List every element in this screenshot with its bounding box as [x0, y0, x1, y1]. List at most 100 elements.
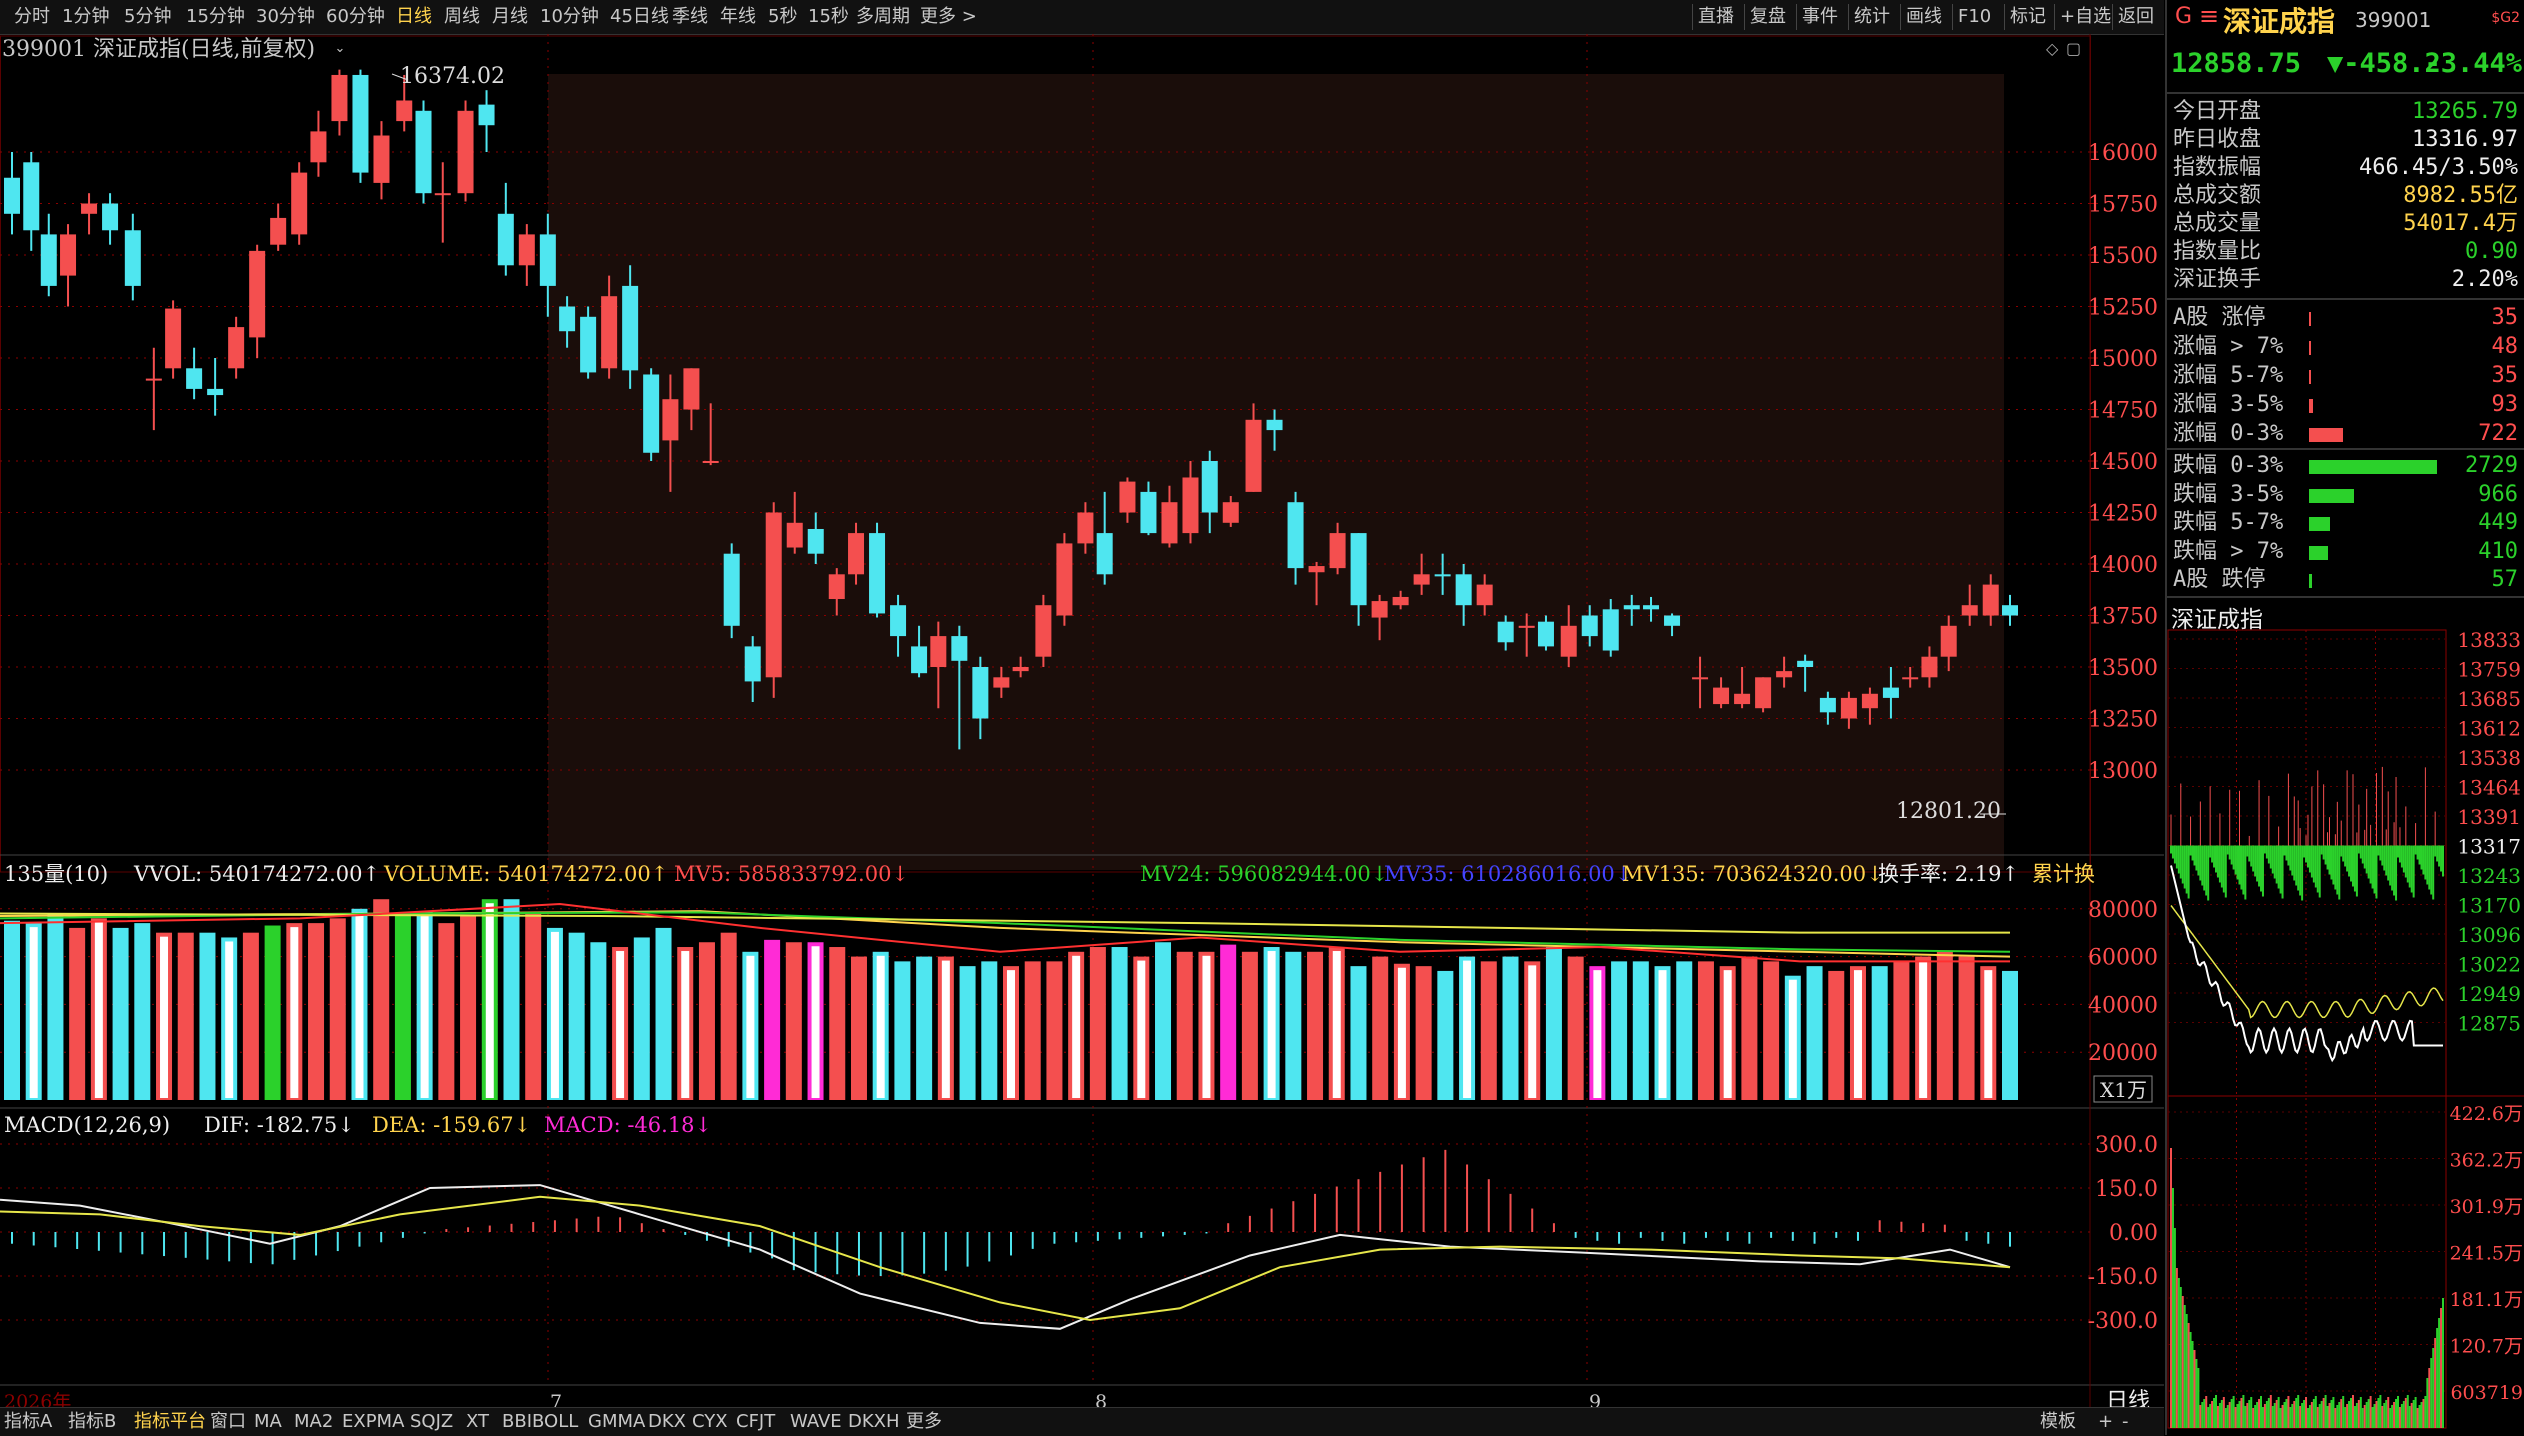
tool-button-2[interactable]: 事件: [1802, 4, 1838, 30]
candle-body: [683, 368, 700, 410]
volume-bar: [264, 925, 281, 1100]
volume-bar: [1350, 966, 1367, 1100]
indicator-tab-1[interactable]: 指标B: [68, 1410, 116, 1434]
volume-bar: [1741, 956, 1758, 1100]
diamond-icon[interactable]: ◇: [2046, 39, 2059, 58]
volume-bar-highlight: [1788, 979, 1797, 1098]
intraday-mini-chart[interactable]: 13833 13759 13685 13612 13538 13464 13391 13317…: [2167, 628, 2524, 1434]
indicator-tab-15[interactable]: DKXH: [848, 1410, 900, 1434]
indicator-tab-5[interactable]: MA2: [294, 1410, 333, 1434]
indicator-tab-6[interactable]: EXPMA: [342, 1410, 404, 1434]
macd-axis-label: -300.0: [2088, 1309, 2158, 1334]
candle-body: [1161, 502, 1178, 544]
period-tab-5[interactable]: 60分钟: [326, 4, 385, 30]
volume-header-cum: 累计换: [2032, 862, 2095, 886]
breadth-down-row: A股 跌停 57: [2169, 566, 2524, 594]
tool-button-5[interactable]: F10: [1958, 4, 1991, 30]
volume-bar: [1307, 951, 1324, 1100]
stat-row: 深证换手 2.20%: [2169, 266, 2524, 294]
period-tab-7[interactable]: 周线: [444, 4, 480, 30]
candle-body: [1182, 477, 1199, 534]
breadth-label: 涨幅 0-3%: [2173, 421, 2284, 446]
tool-button-0[interactable]: 直播: [1698, 4, 1734, 30]
period-tab-2[interactable]: 5分钟: [124, 4, 171, 30]
tool-button-4[interactable]: 画线: [1906, 4, 1942, 30]
mini-vol-label: 301.9万: [2450, 1196, 2523, 1218]
title-dropdown-icon[interactable]: ⌄: [335, 41, 346, 56]
tool-button-3[interactable]: 统计: [1854, 4, 1890, 30]
period-tab-11[interactable]: 季线: [672, 4, 708, 30]
period-tab-0[interactable]: 分时: [14, 4, 50, 30]
price-axis-label: 14000: [2088, 553, 2158, 578]
macd-header-macd: MACD: -46.18↓: [544, 1113, 712, 1137]
mini-vol-label: 362.2万: [2450, 1150, 2523, 1172]
candle-body: [1713, 687, 1730, 705]
period-tab-16[interactable]: 更多 >: [920, 4, 977, 30]
indicator-tab-10[interactable]: GMMA: [588, 1410, 645, 1434]
indicator-tab-2[interactable]: 指标平台: [134, 1410, 206, 1434]
period-tab-14[interactable]: 15秒: [808, 4, 849, 30]
period-tab-13[interactable]: 5秒: [768, 4, 797, 30]
period-tab-4[interactable]: 30分钟: [256, 4, 315, 30]
volume-bar: [568, 932, 585, 1100]
breadth-up-row: A股 涨停 35: [2169, 304, 2524, 332]
period-tab-12[interactable]: 年线: [720, 4, 756, 30]
candle-body: [228, 327, 245, 369]
candle-body: [145, 378, 162, 381]
candle-body: [396, 100, 413, 122]
divider: [2167, 298, 2524, 300]
volume-bar: [916, 956, 933, 1100]
volume-bar: [633, 937, 650, 1100]
breadth-bar: [2309, 488, 2355, 503]
bottom-right-button-0[interactable]: 模板: [2040, 1410, 2076, 1434]
bottom-right-button-2[interactable]: -: [2122, 1410, 2129, 1434]
stat-label: 总成交额: [2173, 183, 2262, 208]
indicator-tab-16[interactable]: 更多: [906, 1410, 942, 1434]
period-tab-15[interactable]: 多周期: [856, 4, 910, 30]
tool-button-1[interactable]: 复盘: [1750, 4, 1786, 30]
indicator-tab-3[interactable]: 窗口: [210, 1410, 246, 1434]
period-tab-9[interactable]: 10分钟: [540, 4, 599, 30]
square-icon[interactable]: ▢: [2066, 39, 2081, 58]
period-tab-1[interactable]: 1分钟: [62, 4, 109, 30]
indicator-tab-9[interactable]: BBIBOLL: [502, 1410, 578, 1434]
candle-body: [911, 646, 928, 674]
menu-icon[interactable]: ≡: [2199, 2, 2219, 30]
period-tab-3[interactable]: 15分钟: [186, 4, 245, 30]
stat-row: 昨日收盘 13316.97: [2169, 126, 2524, 154]
indicator-tab-4[interactable]: MA: [254, 1410, 282, 1434]
candle-body: [1077, 512, 1094, 544]
tool-button-8[interactable]: 返回: [2118, 4, 2154, 30]
price-axis-label: 14500: [2088, 450, 2158, 475]
volume-bar: [829, 947, 846, 1100]
last-price: 12858.75: [2171, 48, 2302, 79]
period-tab-8[interactable]: 月线: [492, 4, 528, 30]
mini-price-label: 13685: [2457, 687, 2521, 711]
period-tab-10[interactable]: 45日线: [610, 4, 669, 30]
group-icon[interactable]: G: [2175, 4, 2192, 29]
period-tab-6[interactable]: 日线: [396, 4, 432, 30]
volume-bar: [329, 918, 346, 1100]
indicator-tab-11[interactable]: DKX: [648, 1410, 686, 1434]
indicator-tab-8[interactable]: XT: [466, 1410, 489, 1434]
indicator-tab-7[interactable]: SQJZ: [410, 1410, 453, 1434]
tool-button-6[interactable]: 标记: [2010, 4, 2046, 30]
breadth-bar: [2309, 574, 2312, 588]
indicator-tab-0[interactable]: 指标A: [4, 1410, 52, 1434]
volume-bar-highlight: [811, 946, 820, 1098]
tool-button-7[interactable]: +自选: [2060, 4, 2111, 30]
stat-label: 今日开盘: [2173, 99, 2262, 124]
bottom-right-button-1[interactable]: +: [2098, 1410, 2113, 1434]
indicator-tab-12[interactable]: CYX: [692, 1410, 728, 1434]
macd-axis-label: -150.0: [2088, 1265, 2158, 1290]
kline-chart[interactable]: 16000 15750 15500 15250 15000 14750 14500 14250…: [0, 34, 2164, 1407]
indicator-tab-13[interactable]: CFJT: [736, 1410, 775, 1434]
breadth-value: 449: [2478, 510, 2518, 535]
candle-body: [702, 461, 719, 463]
divider: [2167, 92, 2524, 94]
period-indicator[interactable]: 日线: [2106, 1389, 2150, 1407]
indicator-tab-14[interactable]: WAVE: [790, 1410, 842, 1434]
volume-bar-highlight: [1593, 970, 1602, 1098]
volume-bar-highlight: [1528, 965, 1537, 1098]
breadth-up-row: 涨幅 0-3% 722: [2169, 420, 2524, 448]
